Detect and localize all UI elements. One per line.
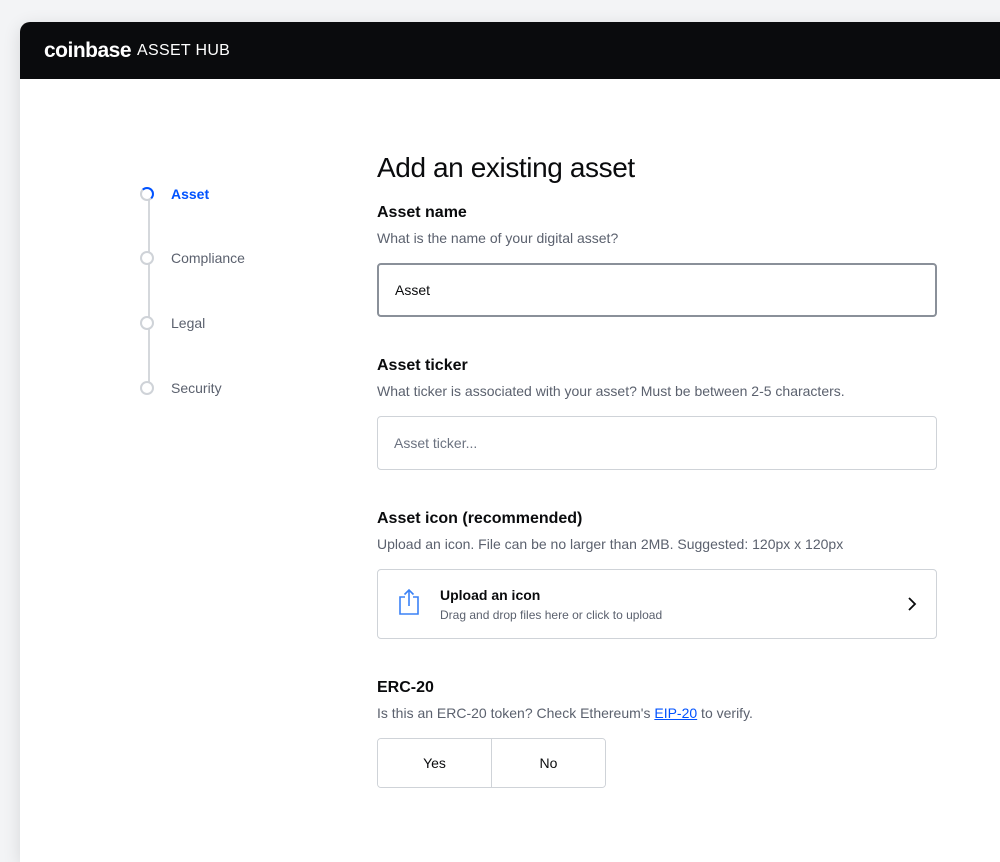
top-bar: coinbase ASSET HUB [20, 22, 1000, 79]
app-window: coinbase ASSET HUB Asset Compliance Lega… [20, 22, 1000, 862]
upload-title: Upload an icon [440, 586, 541, 603]
step-legal[interactable]: Legal [140, 315, 205, 331]
erc20-section: ERC-20 Is this an ERC-20 token? Check Et… [377, 679, 937, 788]
no-button[interactable]: No [491, 739, 605, 787]
erc20-description-prefix: Is this an ERC-20 token? Check Ethereum'… [377, 705, 655, 721]
step-label: Asset [171, 186, 210, 202]
yes-button[interactable]: Yes [378, 739, 491, 787]
asset-ticker-input[interactable]: Asset ticker... [377, 416, 937, 470]
brand-logo[interactable]: coinbase [44, 39, 132, 63]
erc20-description-suffix: to verify. [697, 705, 753, 721]
asset-name-description: What is the name of your digital asset? [377, 230, 619, 246]
asset-name-input[interactable]: Asset [377, 263, 937, 317]
step-asset[interactable]: Asset [140, 186, 209, 202]
step-compliance[interactable]: Compliance [140, 250, 245, 266]
erc20-label: ERC-20 [377, 679, 434, 696]
asset-ticker-label: Asset ticker [377, 357, 468, 374]
erc20-toggle: Yes No [377, 738, 606, 788]
stepper-line [148, 194, 150, 389]
asset-ticker-section: Asset ticker What ticker is associated w… [377, 357, 937, 470]
step-security[interactable]: Security [140, 380, 222, 396]
step-label: Legal [171, 315, 206, 331]
asset-name-label: Asset name [377, 204, 467, 221]
upload-icon-dropzone[interactable]: Upload an icon Drag and drop files here … [377, 569, 937, 639]
upload-subtitle: Drag and drop files here or click to upl… [440, 607, 663, 622]
upload-share-icon [396, 587, 422, 622]
asset-ticker-description: What ticker is associated with your asse… [377, 383, 845, 399]
chevron-right-icon[interactable] [906, 595, 918, 618]
erc20-description: Is this an ERC-20 token? Check Ethereum'… [377, 705, 937, 721]
step-label: Security [171, 380, 222, 396]
product-name: ASSET HUB [137, 41, 231, 59]
eip20-link[interactable]: EIP-20 [654, 705, 697, 721]
asset-icon-label: Asset icon (recommended) [377, 510, 583, 527]
step-circle-icon [140, 251, 154, 265]
step-active-indicator-icon [140, 187, 154, 201]
step-circle-icon [140, 316, 154, 330]
asset-name-section: Asset name What is the name of your digi… [377, 204, 937, 317]
asset-form: Add an existing asset Asset name What is… [377, 152, 937, 788]
step-circle-icon [140, 381, 154, 395]
asset-icon-section: Asset icon (recommended) Upload an icon.… [377, 510, 937, 639]
page-title: Add an existing asset [377, 152, 635, 183]
upload-text: Upload an icon Drag and drop files here … [440, 587, 662, 622]
asset-icon-description: Upload an icon. File can be no larger th… [377, 536, 844, 552]
step-label: Compliance [171, 250, 245, 266]
